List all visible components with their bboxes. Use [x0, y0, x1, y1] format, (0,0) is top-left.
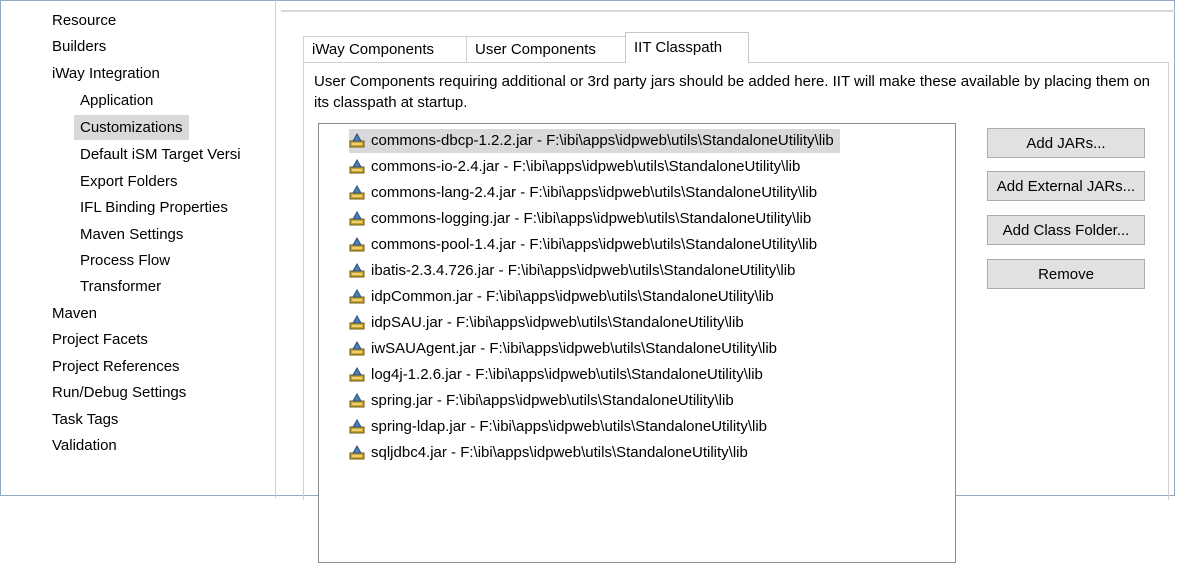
jar-list[interactable]: commons-dbcp-1.2.2.jar - F:\ibi\apps\idp…	[318, 123, 956, 563]
add-external-jars-button[interactable]: Add External JARs...	[987, 171, 1145, 201]
nav-item-label: Project Facets	[52, 331, 148, 348]
jar-file-icon	[349, 314, 365, 330]
jar-label: commons-io-2.4.jar - F:\ibi\apps\idpweb\…	[371, 158, 801, 175]
nav-item-ifl-binding-properties[interactable]: IFL Binding Properties	[76, 195, 232, 220]
nav-item-process-flow[interactable]: Process Flow	[76, 248, 174, 273]
nav-item-label: Maven	[52, 305, 98, 322]
tab-content-iit-classpath: User Components requiring additional or …	[303, 62, 1169, 563]
nav-item-label: Export Folders	[80, 173, 178, 190]
jar-file-icon	[349, 236, 365, 252]
nav-item-label: Task Tags	[52, 411, 119, 428]
jar-label: iwSAUAgent.jar - F:\ibi\apps\idpweb\util…	[371, 340, 778, 357]
list-item[interactable]: spring.jar - F:\ibi\apps\idpweb\utils\St…	[349, 389, 740, 413]
add-class-folder-button[interactable]: Add Class Folder...	[987, 215, 1145, 245]
nav-item-application[interactable]: Application	[76, 88, 157, 113]
nav-item-label: Run/Debug Settings	[52, 384, 187, 401]
nav-item-builders[interactable]: Builders	[48, 34, 110, 59]
nav-item-label: Customizations	[80, 119, 183, 136]
list-item[interactable]: log4j-1.2.6.jar - F:\ibi\apps\idpweb\uti…	[349, 363, 769, 387]
list-item[interactable]: spring-ldap.jar - F:\ibi\apps\idpweb\uti…	[349, 415, 773, 439]
add-jars-button[interactable]: Add JARs...	[987, 128, 1145, 158]
nav-item-label: Project References	[52, 358, 180, 375]
list-item[interactable]: sqljdbc4.jar - F:\ibi\apps\idpweb\utils\…	[349, 441, 754, 465]
nav-item-maven[interactable]: Maven	[48, 301, 101, 326]
tab-iit-classpath[interactable]: IIT Classpath	[625, 32, 749, 63]
nav-item-resource[interactable]: Resource	[48, 8, 120, 33]
jar-label: spring-ldap.jar - F:\ibi\apps\idpweb\uti…	[371, 418, 768, 435]
nav-item-project-references[interactable]: Project References	[48, 354, 184, 379]
nav-item-iway-integration[interactable]: iWay Integration	[48, 61, 164, 86]
tab-user-components[interactable]: User Components	[466, 36, 626, 62]
nav-item-label: Resource	[52, 12, 117, 29]
jar-label: ibatis-2.3.4.726.jar - F:\ibi\apps\idpwe…	[371, 262, 796, 279]
jar-label: sqljdbc4.jar - F:\ibi\apps\idpweb\utils\…	[371, 444, 748, 461]
properties-nav-tree: Resource Builders iWay Integration Appli…	[0, 0, 276, 498]
list-item[interactable]: commons-pool-1.4.jar - F:\ibi\apps\idpwe…	[349, 233, 823, 257]
nav-item-task-tags[interactable]: Task Tags	[48, 407, 122, 432]
nav-item-validation[interactable]: Validation	[48, 433, 121, 458]
jar-file-icon	[349, 210, 365, 226]
jar-file-icon	[349, 158, 365, 174]
list-item[interactable]: commons-io-2.4.jar - F:\ibi\apps\idpweb\…	[349, 155, 806, 179]
nav-item-label: Default iSM Target Versi	[80, 146, 241, 163]
nav-item-label: Builders	[52, 38, 107, 55]
nav-item-label: Transformer	[80, 278, 162, 295]
nav-item-label: iWay Integration	[52, 65, 160, 82]
jar-label: idpCommon.jar - F:\ibi\apps\idpweb\utils…	[371, 288, 774, 305]
jar-label: commons-lang-2.4.jar - F:\ibi\apps\idpwe…	[371, 184, 818, 201]
nav-item-customizations[interactable]: Customizations	[74, 115, 189, 140]
classpath-description: User Components requiring additional or …	[314, 73, 1151, 111]
list-item[interactable]: commons-dbcp-1.2.2.jar - F:\ibi\apps\idp…	[349, 129, 840, 153]
nav-item-label: IFL Binding Properties	[80, 199, 228, 216]
jar-file-icon	[349, 340, 365, 356]
jar-file-icon	[349, 444, 365, 460]
remove-button[interactable]: Remove	[987, 259, 1145, 289]
jar-label: commons-dbcp-1.2.2.jar - F:\ibi\apps\idp…	[371, 132, 834, 149]
nav-item-label: Application	[80, 92, 154, 109]
properties-pane: iWay Components User Components IIT Clas…	[277, 0, 1177, 563]
list-item[interactable]: idpSAU.jar - F:\ibi\apps\idpweb\utils\St…	[349, 311, 750, 335]
nav-item-maven-settings[interactable]: Maven Settings	[76, 222, 187, 247]
jar-label: idpSAU.jar - F:\ibi\apps\idpweb\utils\St…	[371, 314, 744, 331]
jar-label: commons-logging.jar - F:\ibi\apps\idpweb…	[371, 210, 812, 227]
nav-item-transformer[interactable]: Transformer	[76, 274, 165, 299]
nav-item-label: Maven Settings	[80, 226, 184, 243]
nav-item-run-debug-settings[interactable]: Run/Debug Settings	[48, 380, 190, 405]
jar-file-icon	[349, 132, 365, 148]
jar-file-icon	[349, 366, 365, 382]
jar-file-icon	[349, 184, 365, 200]
nav-item-label: Process Flow	[80, 252, 171, 269]
list-item[interactable]: idpCommon.jar - F:\ibi\apps\idpweb\utils…	[349, 285, 780, 309]
jar-label: commons-pool-1.4.jar - F:\ibi\apps\idpwe…	[371, 236, 818, 253]
nav-item-project-facets[interactable]: Project Facets	[48, 327, 152, 352]
jar-file-icon	[349, 262, 365, 278]
jar-file-icon	[349, 418, 365, 434]
jar-file-icon	[349, 392, 365, 408]
jar-label: log4j-1.2.6.jar - F:\ibi\apps\idpweb\uti…	[371, 366, 763, 383]
nav-item-label: Validation	[52, 437, 117, 454]
tab-iway-components[interactable]: iWay Components	[303, 36, 467, 62]
nav-item-default-ism-target-version[interactable]: Default iSM Target Versi	[76, 142, 245, 167]
list-item[interactable]: commons-lang-2.4.jar - F:\ibi\apps\idpwe…	[349, 181, 823, 205]
header-divider	[281, 10, 1175, 12]
list-item[interactable]: commons-logging.jar - F:\ibi\apps\idpweb…	[349, 207, 817, 231]
jar-label: spring.jar - F:\ibi\apps\idpweb\utils\St…	[371, 392, 734, 409]
nav-item-export-folders[interactable]: Export Folders	[76, 169, 182, 194]
list-item[interactable]: iwSAUAgent.jar - F:\ibi\apps\idpweb\util…	[349, 337, 783, 361]
list-item[interactable]: ibatis-2.3.4.726.jar - F:\ibi\apps\idpwe…	[349, 259, 801, 283]
jar-file-icon	[349, 288, 365, 304]
